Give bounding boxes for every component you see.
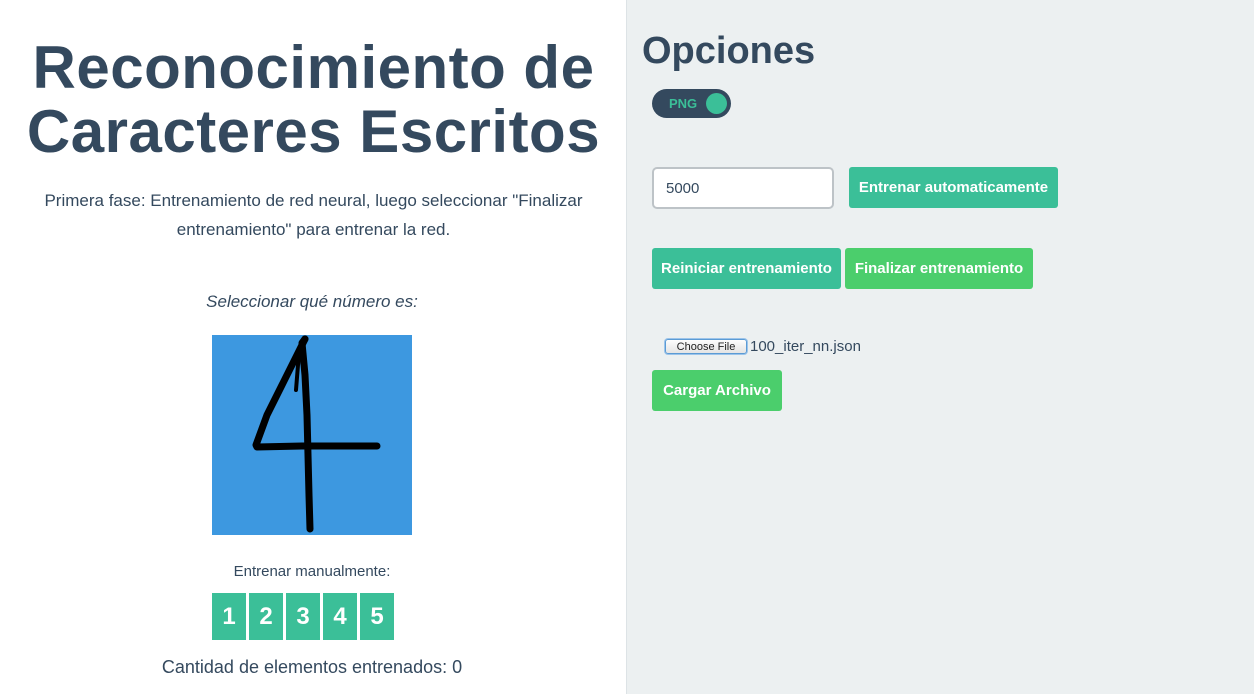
digit-button-2[interactable]: 2 <box>249 593 283 640</box>
finish-training-button[interactable]: Finalizar entrenamiento <box>845 248 1033 289</box>
file-picker: Choose File 100_iter_nn.json <box>665 338 861 355</box>
digit-button-3[interactable]: 3 <box>286 593 320 640</box>
digit-button-5[interactable]: 5 <box>360 593 394 640</box>
drawing-canvas[interactable] <box>212 335 412 535</box>
intro-text: Primera fase: Entrenamiento de red neura… <box>44 191 583 239</box>
toggle-knob <box>706 93 727 114</box>
digit-buttons: 1 2 3 4 5 <box>212 593 394 640</box>
manual-train-label: Entrenar manualmente: <box>233 563 391 580</box>
options-panel: Opciones PNG Entrenar automaticamente Re… <box>627 0 1254 694</box>
reset-training-button[interactable]: Reiniciar entrenamiento <box>652 248 841 289</box>
trained-count-text: Cantidad de elementos entrenados: 0 <box>161 657 463 677</box>
drawn-digit-stroke <box>252 335 381 533</box>
iterations-input[interactable] <box>652 167 834 209</box>
options-title: Opciones <box>642 30 816 72</box>
digit-button-4[interactable]: 4 <box>323 593 357 640</box>
png-toggle[interactable]: PNG <box>652 89 731 118</box>
choose-file-button[interactable]: Choose File <box>665 339 747 354</box>
digit-button-1[interactable]: 1 <box>212 593 246 640</box>
left-panel: Reconocimiento de Caracteres Escritos Pr… <box>0 0 627 694</box>
load-file-button[interactable]: Cargar Archivo <box>652 370 782 411</box>
selected-file-name: 100_iter_nn.json <box>750 338 861 355</box>
select-number-label: Seleccionar qué número es: <box>206 292 418 311</box>
page-title: Reconocimiento de Caracteres Escritos <box>26 34 601 165</box>
png-toggle-label: PNG <box>669 96 698 111</box>
auto-train-button[interactable]: Entrenar automaticamente <box>849 167 1058 208</box>
